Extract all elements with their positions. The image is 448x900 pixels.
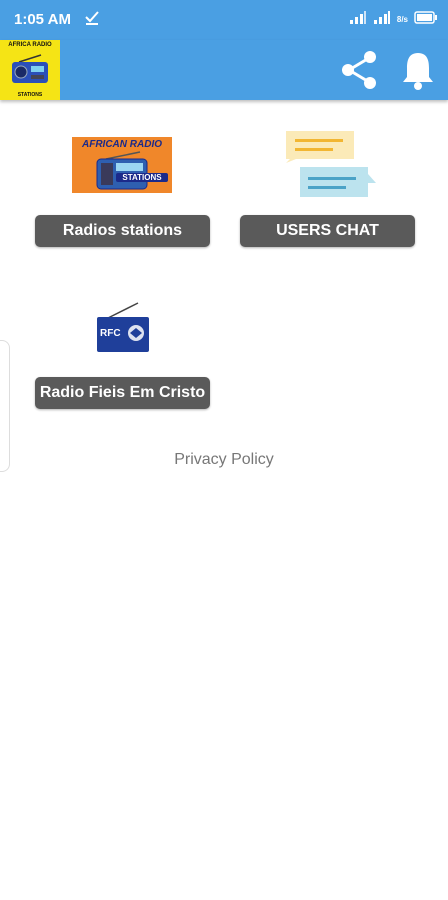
app-logo[interactable]: AFRICA RADIO STATIONS [0, 40, 60, 100]
signal-2-icon [373, 10, 391, 29]
logo-bottom-text: STATIONS [17, 92, 43, 98]
african-radio-image-subtitle: STATIONS [116, 173, 168, 182]
chat-bubbles-icon [286, 131, 376, 197]
chat-image[interactable] [280, 127, 380, 203]
radios-stations-button[interactable]: Radios stations [35, 215, 210, 247]
logo-top-text: AFRICA RADIO [8, 42, 52, 48]
download-done-icon [84, 9, 100, 30]
radio-icon [96, 151, 148, 190]
rfc-image-text: RFC [100, 328, 121, 339]
african-radio-image[interactable]: AFRICAN RADIO STATIONS [72, 137, 172, 193]
network-speed: 8/s [396, 15, 408, 24]
users-chat-button[interactable]: USERS CHAT [240, 215, 415, 247]
app-toolbar: AFRICA RADIO STATIONS [0, 40, 448, 100]
battery-icon [414, 10, 438, 29]
african-radio-image-title: AFRICAN RADIO [82, 139, 162, 150]
rfc-image[interactable]: RFC [94, 300, 152, 356]
status-time: 1:05 AM [14, 11, 71, 28]
radio-icon [12, 54, 48, 83]
notifications-button[interactable] [398, 48, 438, 92]
share-button[interactable] [337, 48, 381, 92]
signal-1-icon [349, 10, 367, 29]
share-icon [342, 51, 376, 89]
bell-icon [403, 53, 433, 90]
radio-fieis-em-cristo-button[interactable]: Radio Fieis Em Cristo [35, 377, 210, 409]
privacy-policy-link[interactable]: Privacy Policy [0, 451, 448, 469]
status-bar: 1:05 AM 8/s [0, 0, 448, 40]
